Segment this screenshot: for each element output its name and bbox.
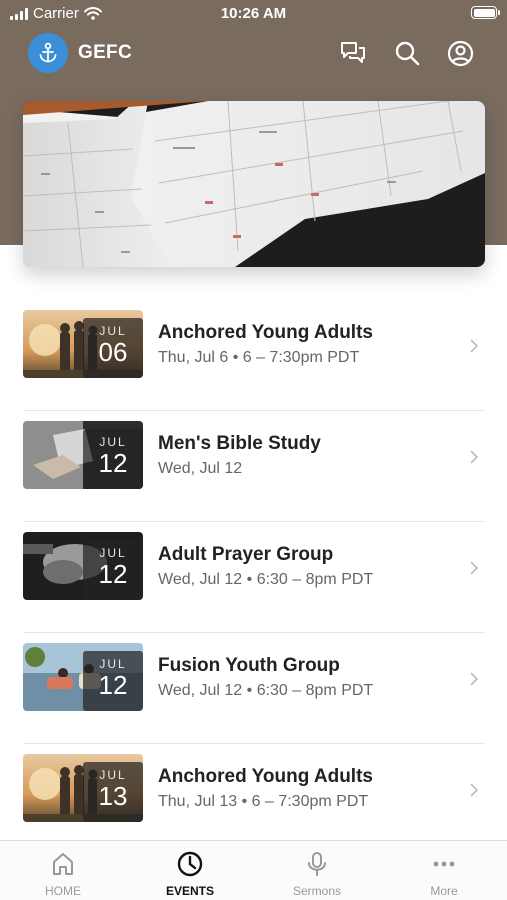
event-title: Anchored Young Adults [158, 322, 373, 343]
date-badge: JUL 12 [83, 540, 143, 600]
event-datetime: Wed, Jul 12 • 6:30 – 8pm PDT [158, 571, 374, 588]
tab-events[interactable]: EVENTS [127, 841, 253, 900]
event-datetime: Wed, Jul 12 [158, 460, 243, 477]
event-thumbnail: JUL 12 [23, 421, 143, 489]
tab-more[interactable]: More [381, 841, 507, 900]
search-icon [395, 41, 420, 66]
tab-home[interactable]: HOME [0, 841, 126, 900]
bottom-tab-bar: HOME EVENTS Sermons More [0, 840, 507, 900]
date-badge: JUL 13 [83, 762, 143, 822]
event-row[interactable]: JUL 12 Adult Prayer Group Wed, Jul 12 • … [23, 522, 485, 633]
event-title: Fusion Youth Group [158, 655, 340, 676]
date-badge: JUL 06 [83, 318, 143, 378]
event-title: Men's Bible Study [158, 433, 321, 454]
event-title: Anchored Young Adults [158, 766, 373, 787]
event-row[interactable]: JUL 12 Men's Bible Study Wed, Jul 12 [23, 411, 485, 522]
more-icon [433, 861, 455, 867]
status-bar: Carrier 10:26 AM [0, 0, 507, 28]
chevron-right-icon [470, 561, 479, 575]
event-title: Adult Prayer Group [158, 544, 334, 565]
chat-icon [341, 42, 365, 63]
events-list: JUL 06 Anchored Young Adults Thu, Jul 6 … [23, 300, 485, 855]
tab-sermons[interactable]: Sermons [254, 841, 380, 900]
event-thumbnail: JUL 12 [23, 643, 143, 711]
profile-icon [447, 40, 473, 66]
date-badge: JUL 12 [83, 651, 143, 711]
hero-calendar-image [23, 101, 485, 267]
event-thumbnail: JUL 13 [23, 754, 143, 822]
chevron-right-icon [470, 339, 479, 353]
event-datetime: Thu, Jul 13 • 6 – 7:30pm PDT [158, 793, 369, 810]
profile-button[interactable] [445, 38, 475, 68]
app-header: GEFC [0, 30, 507, 76]
event-row[interactable]: JUL 06 Anchored Young Adults Thu, Jul 6 … [23, 300, 485, 411]
event-datetime: Wed, Jul 12 • 6:30 – 8pm PDT [158, 682, 374, 699]
chat-button[interactable] [338, 38, 368, 68]
event-thumbnail: JUL 06 [23, 310, 143, 378]
clock-icon [177, 851, 203, 877]
chevron-right-icon [470, 450, 479, 464]
status-time: 10:26 AM [220, 5, 287, 22]
battery-icon [471, 6, 500, 19]
event-datetime: Thu, Jul 6 • 6 – 7:30pm PDT [158, 349, 360, 366]
chevron-right-icon [470, 783, 479, 797]
event-thumbnail: JUL 12 [23, 532, 143, 600]
chevron-right-icon [470, 672, 479, 686]
app-logo[interactable] [28, 33, 68, 73]
anchor-logo-icon [39, 42, 57, 63]
search-button[interactable] [392, 38, 422, 68]
app-title: GEFC [78, 42, 132, 63]
home-icon [53, 853, 73, 875]
microphone-icon [308, 852, 326, 876]
date-badge: JUL 12 [83, 429, 143, 489]
event-row[interactable]: JUL 12 Fusion Youth Group Wed, Jul 12 • … [23, 633, 485, 744]
event-row[interactable]: JUL 13 Anchored Young Adults Thu, Jul 13… [23, 744, 485, 855]
